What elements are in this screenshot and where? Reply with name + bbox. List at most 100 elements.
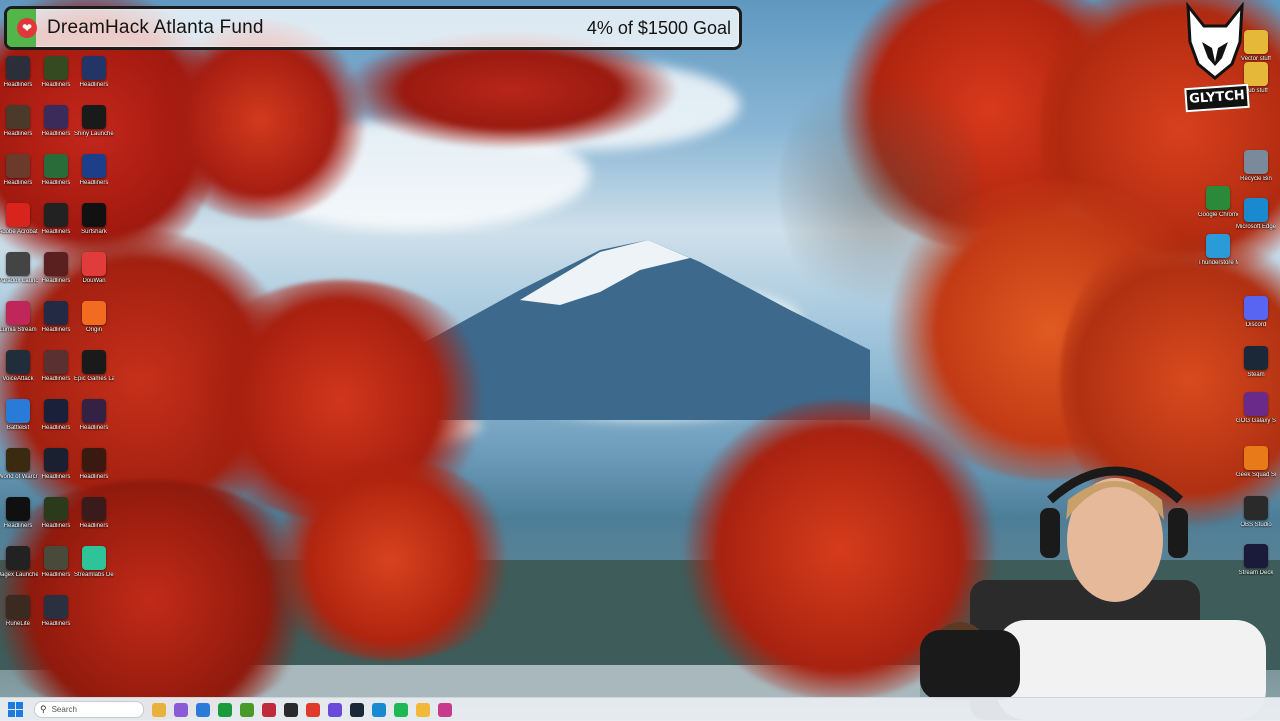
steam-icon[interactable] — [350, 702, 364, 717]
app-icon — [1206, 234, 1230, 258]
desktop-icon-label: Paradox Launcher — [0, 278, 38, 284]
desktop-icon-label: VoiceAttack — [2, 376, 34, 382]
desktop-icon[interactable]: RuneLite — [0, 595, 38, 628]
app-icon — [82, 546, 106, 570]
desktop-icon[interactable]: Headliners — [0, 56, 38, 89]
desktop-icon-label: Headliners — [41, 376, 71, 382]
desktop-icon[interactable]: Headliners — [36, 203, 76, 236]
app-icon — [82, 154, 106, 178]
heart-icon: ❤ — [17, 18, 37, 38]
app-icon — [6, 105, 30, 129]
desktop-icon[interactable]: DouWan — [74, 252, 114, 285]
desktop-icon-label: Headliners — [41, 131, 71, 137]
desktop-icon[interactable]: Adobe Acrobat — [0, 203, 38, 236]
desktop-icon[interactable]: Headliners — [0, 105, 38, 138]
obs-icon[interactable] — [284, 702, 298, 717]
desktop-icon[interactable]: Discord — [1236, 296, 1276, 329]
desktop-icon[interactable]: Streamlabs Desktop — [74, 546, 114, 579]
desktop-icon[interactable]: Headliners — [0, 497, 38, 530]
app-icon — [6, 203, 30, 227]
desktop-icon[interactable]: Headliners — [36, 350, 76, 383]
app-icon — [44, 448, 68, 472]
app-icon — [44, 399, 68, 423]
desktop-icon[interactable]: Headliners — [36, 301, 76, 334]
app-icon — [6, 252, 30, 276]
chrome-2-icon[interactable] — [416, 702, 430, 717]
desktop-icon-label: Headliners — [3, 523, 33, 529]
desktop-icon-label: Headliners — [41, 229, 71, 235]
desktop-icon[interactable]: VoiceAttack — [0, 350, 38, 383]
desktop-icon[interactable]: Headliners — [36, 252, 76, 285]
app-icon — [44, 56, 68, 80]
desktop-icon[interactable]: Google Chrome — [1198, 186, 1238, 219]
desktop-icon[interactable]: BattleBit — [0, 399, 38, 432]
windows-start-icon[interactable] — [8, 701, 24, 718]
desktop-icon-label: Adobe Acrobat — [0, 229, 38, 235]
taskbar-apps — [144, 702, 452, 717]
desktop-icon[interactable]: World of Warcraft — [0, 448, 38, 481]
desktop-icon-label: Shiny Launcher — [74, 131, 114, 137]
desktop-icon[interactable]: Headliners — [36, 105, 76, 138]
desktop-icon[interactable]: Steam — [1236, 346, 1276, 379]
chrome-icon[interactable] — [306, 702, 320, 717]
desktop-icon[interactable]: GOG Galaxy Shortcut — [1236, 392, 1276, 425]
app-icon — [82, 105, 106, 129]
desktop-icon-label: Headliners — [41, 621, 71, 627]
xbox-icon[interactable] — [218, 702, 232, 717]
desktop-icon-label: Microsoft Edge — [1236, 224, 1276, 230]
webcam-feed — [920, 466, 1266, 720]
desktop-icon[interactable]: Surfshark — [74, 203, 114, 236]
desktop-icon[interactable]: Headliners — [74, 448, 114, 481]
desktop-icon-label: Google Chrome — [1198, 212, 1238, 218]
desktop-icon[interactable]: Lumia Stream — [0, 301, 38, 334]
app-red-icon[interactable] — [262, 702, 276, 717]
desktop-icon[interactable]: Headliners — [36, 595, 76, 628]
desktop-icon-label: Headliners — [41, 82, 71, 88]
desktop-icon[interactable]: Origin — [74, 301, 114, 334]
desktop-icon[interactable]: Headliners — [36, 399, 76, 432]
desktop-icon[interactable]: Headliners — [36, 56, 76, 89]
desktop-icon[interactable]: Headliners — [74, 154, 114, 187]
desktop-icon[interactable]: Headliners — [36, 154, 76, 187]
app-icon — [1244, 296, 1268, 320]
desktop-icon-label: Origin — [85, 327, 102, 333]
desktop-icon[interactable]: Microsoft Edge — [1236, 198, 1276, 231]
app-icon — [1244, 346, 1268, 370]
desktop-icon[interactable]: Headliners — [36, 448, 76, 481]
desktop-icon[interactable]: Shiny Launcher — [74, 105, 114, 138]
search-icon: ⚲ — [40, 704, 47, 714]
desktop-icon[interactable]: Epic Games Launcher — [74, 350, 114, 383]
desktop-icon-label: DouWan — [82, 278, 106, 284]
desktop-icon[interactable]: Recycle Bin — [1236, 150, 1276, 183]
desktop-icon[interactable]: Paradox Launcher — [0, 252, 38, 285]
desktop-icon[interactable]: Headliners — [74, 399, 114, 432]
app-icon — [6, 56, 30, 80]
app-active-icon[interactable] — [438, 702, 452, 717]
desktop-icon[interactable]: Headliners — [74, 56, 114, 89]
desktop-icon-label: Recycle Bin — [1240, 176, 1272, 182]
fund-title: DreamHack Atlanta Fund — [47, 17, 264, 38]
app-icon — [1244, 392, 1268, 416]
spotify-icon[interactable] — [394, 702, 408, 717]
desktop-icon-label: Discord — [1245, 322, 1267, 328]
store-icon[interactable] — [196, 702, 210, 717]
taskbar: ⚲ Search — [0, 697, 1280, 721]
desktop-icon-label: Lumia Stream — [0, 327, 37, 333]
minecraft-icon[interactable] — [240, 702, 254, 717]
proton-icon[interactable] — [328, 702, 342, 717]
desktop-icon[interactable]: Headliners — [36, 546, 76, 579]
taskbar-search-input[interactable]: ⚲ Search — [34, 701, 144, 718]
desktop-icon[interactable]: Headliners — [0, 154, 38, 187]
desktop-icon[interactable]: Headliners — [74, 497, 114, 530]
app-icon — [82, 203, 106, 227]
desktop-icon[interactable]: Jagex Launcher — [0, 546, 38, 579]
app-icon — [6, 350, 30, 374]
copilot-icon[interactable] — [174, 702, 188, 717]
desktop-icon[interactable]: Thunderstore Mod Manager — [1198, 234, 1238, 267]
search-placeholder: Search — [51, 705, 77, 714]
desktop-icon-label: BattleBit — [6, 425, 30, 431]
app-icon — [44, 350, 68, 374]
file-explorer-icon[interactable] — [152, 702, 166, 717]
edge-icon[interactable] — [372, 702, 386, 717]
desktop-icon[interactable]: Headliners — [36, 497, 76, 530]
